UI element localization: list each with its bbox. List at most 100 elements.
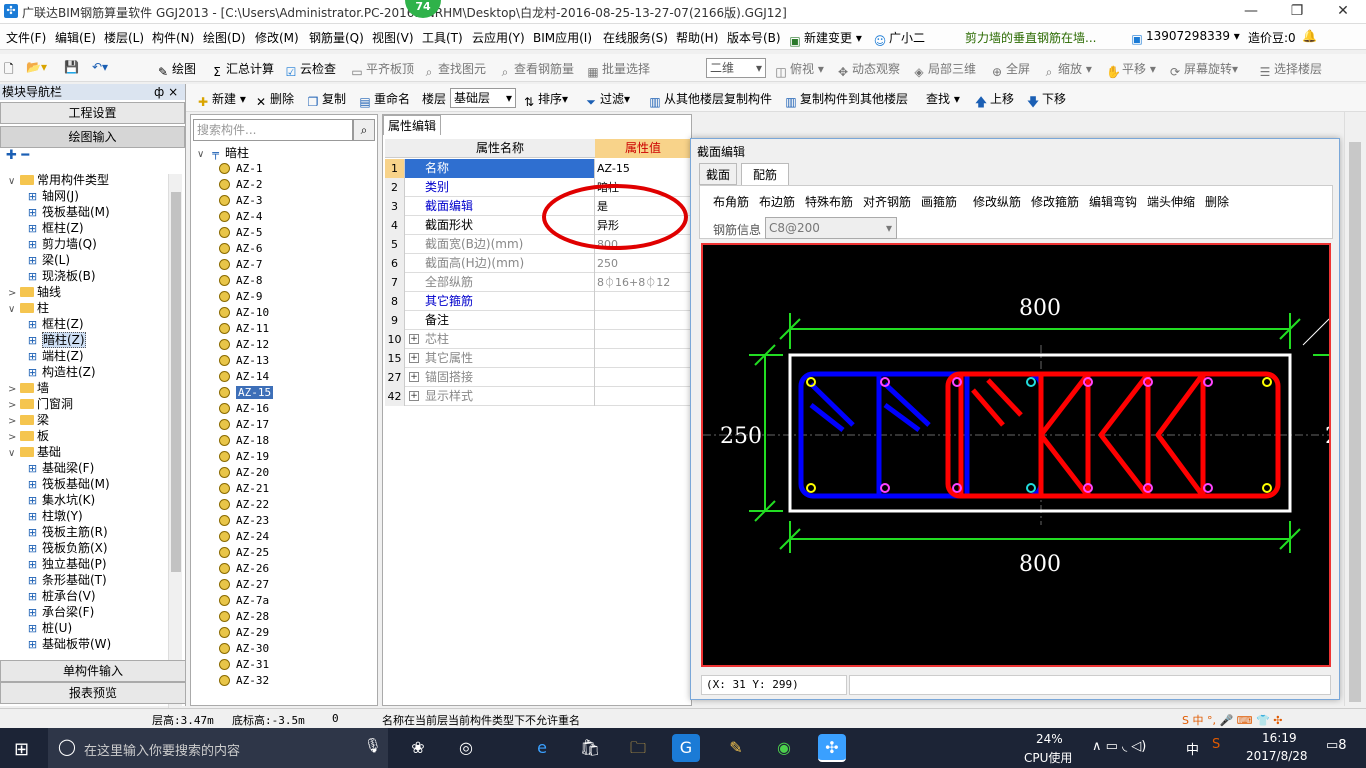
task-view-icon[interactable]: ❀ <box>404 734 432 762</box>
ime-toolbar[interactable]: S 中 °, 🎤 ⌨ 👕 ✣ <box>1182 712 1282 728</box>
rebar-tool-button[interactable]: 端头伸缩 <box>1147 193 1195 210</box>
new-file-icon[interactable]: 🗋 <box>4 60 14 81</box>
component-item[interactable]: AZ-31 <box>219 657 269 673</box>
component-item[interactable]: AZ-23 <box>219 513 269 529</box>
nav-tree-item[interactable]: ⊞ 端柱(Z) <box>26 348 84 364</box>
nav-tree-item[interactable]: ⊞ 基础梁(F) <box>26 460 94 476</box>
open-file-icon[interactable]: 📂▾ <box>26 60 47 74</box>
save-icon[interactable]: 💾 <box>64 60 79 74</box>
windows-start-icon[interactable]: ⊞ <box>14 739 29 760</box>
notification-icon[interactable]: ▭8 <box>1326 738 1347 753</box>
nav-tree-item[interactable]: ⊞ 构造柱(Z) <box>26 364 96 380</box>
zoom-button[interactable]: ⌕ 缩放 ▾ <box>1042 60 1092 79</box>
section-drawing[interactable]: 800 800 250 2 <box>703 245 1339 665</box>
explorer-icon[interactable]: 🗀 <box>624 734 652 762</box>
nav-tree-item[interactable]: ⊞ 筏板负筋(X) <box>26 540 108 556</box>
component-item[interactable]: AZ-14 <box>219 369 269 385</box>
draw-button[interactable]: ✎ 绘图 <box>156 60 196 79</box>
property-value[interactable] <box>595 349 691 368</box>
component-item[interactable]: AZ-6 <box>219 241 263 257</box>
undo-icon[interactable]: ↶▾ <box>92 60 108 74</box>
component-item[interactable]: AZ-17 <box>219 417 269 433</box>
mic-icon[interactable]: 🎙 <box>364 738 382 754</box>
rebar-tool-button[interactable]: 对齐钢筋 <box>863 193 911 210</box>
property-row[interactable]: 6 截面高(H边)(mm) 250 <box>385 254 691 273</box>
rebar-tool-button[interactable]: 布角筋 <box>713 193 749 210</box>
expand-collapse-all-icon[interactable]: ✚ ━ <box>6 148 29 163</box>
search-input[interactable]: 搜索构件... <box>193 119 353 141</box>
component-item[interactable]: AZ-28 <box>219 609 269 625</box>
nav-tree-item[interactable]: > 梁 <box>8 412 49 428</box>
nav-tree-item[interactable]: ⊞ 现浇板(B) <box>26 268 96 284</box>
component-item[interactable]: AZ-3 <box>219 193 263 209</box>
component-item[interactable]: AZ-29 <box>219 625 269 641</box>
tab-rebar[interactable]: 配筋 <box>741 163 789 185</box>
component-item[interactable]: AZ-32 <box>219 673 269 689</box>
nav-tree-item[interactable]: ⊞ 梁(L) <box>26 252 70 268</box>
user-account[interactable]: ▣ 13907298339 ▾ <box>1130 29 1240 46</box>
glodon-g-icon[interactable]: G <box>672 734 700 762</box>
local-3d-button[interactable]: ◈ 局部三维 <box>912 60 976 79</box>
property-row[interactable]: 42 + 显示样式 <box>385 387 691 406</box>
report-preview-button[interactable]: 报表预览 <box>0 682 186 704</box>
rotate-button[interactable]: ⟳ 屏幕旋转▾ <box>1168 60 1238 79</box>
property-row[interactable]: 1 名称 AZ-15 <box>385 159 691 178</box>
menu-file[interactable]: 文件(F) <box>6 29 46 46</box>
component-item[interactable]: AZ-2 <box>219 177 263 193</box>
nav-tree-item[interactable]: > 墙 <box>8 380 49 396</box>
nav-tree-item[interactable]: > 门窗洞 <box>8 396 73 412</box>
nav-tree-item[interactable]: ∨ 柱 <box>8 300 49 316</box>
property-value[interactable]: 250 <box>595 254 691 273</box>
green-app-icon[interactable]: ◉ <box>770 734 798 762</box>
menu-rebar[interactable]: 钢筋量(Q) <box>309 29 364 46</box>
property-value[interactable] <box>595 387 691 406</box>
flat-top-button[interactable]: ▭ 平齐板顶 <box>350 60 414 79</box>
property-value[interactable]: AZ-15 <box>595 159 691 178</box>
nav-tree-item[interactable]: > 轴线 <box>8 284 61 300</box>
property-row[interactable]: 15 + 其它属性 <box>385 349 691 368</box>
property-row[interactable]: 10 + 芯柱 <box>385 330 691 349</box>
new-component-button[interactable]: ✚ 新建 ▾ <box>196 90 246 109</box>
component-item[interactable]: AZ-16 <box>219 401 269 417</box>
menu-component[interactable]: 构件(N) <box>152 29 194 46</box>
property-value[interactable] <box>595 311 691 330</box>
component-item[interactable]: AZ-25 <box>219 545 269 561</box>
component-item[interactable]: AZ-18 <box>219 433 269 449</box>
component-item[interactable]: AZ-21 <box>219 481 269 497</box>
menu-tools[interactable]: 工具(T) <box>422 29 463 46</box>
menu-version[interactable]: 版本号(B) <box>727 29 781 46</box>
component-item[interactable]: AZ-24 <box>219 529 269 545</box>
expand-icon[interactable]: + <box>409 353 419 363</box>
component-item[interactable]: AZ-7 <box>219 257 263 273</box>
select-floor-button[interactable]: ☰ 选择楼层 <box>1258 60 1322 79</box>
restore-button[interactable]: ❐ <box>1274 0 1320 24</box>
tab-section[interactable]: 截面 <box>699 163 737 185</box>
taskbar-search[interactable]: ◯ 在这里输入你要搜索的内容 🎙 <box>48 728 388 768</box>
collapse-icon[interactable]: ∨ <box>8 174 20 190</box>
top-view-button[interactable]: ◫ 俯视 ▾ <box>774 60 824 79</box>
nav-tree-item[interactable]: ⊞ 基础板带(W) <box>26 636 111 652</box>
view-rebar-button[interactable]: ⌕ 查看钢筋量 <box>498 60 574 79</box>
close-button[interactable]: ✕ <box>1320 0 1366 24</box>
copy-button[interactable]: ❐ 复制 <box>306 90 346 109</box>
rebar-info-select[interactable]: C8@200 ▾ <box>765 217 897 239</box>
component-item[interactable]: AZ-9 <box>219 289 263 305</box>
collapse-icon[interactable]: ∨ <box>8 446 20 462</box>
property-value[interactable] <box>595 368 691 387</box>
rebar-tool-button[interactable]: 布边筋 <box>759 193 795 210</box>
property-value[interactable] <box>595 292 691 311</box>
sum-button[interactable]: Σ 汇总计算 <box>210 60 274 79</box>
nav-tree-item[interactable]: ⊞ 轴网(J) <box>26 188 79 204</box>
menu-view[interactable]: 视图(V) <box>372 29 414 46</box>
minimize-button[interactable]: — <box>1228 0 1274 24</box>
sogou-icon[interactable]: S <box>1212 737 1220 752</box>
menu-cloud[interactable]: 云应用(Y) <box>472 29 525 46</box>
nav-tree-item[interactable]: ⊞ 桩(U) <box>26 620 72 636</box>
menu-floor[interactable]: 楼层(L) <box>104 29 144 46</box>
ggj-app-icon[interactable]: ✣ <box>818 734 846 762</box>
rebar-tool-button[interactable]: 画箍筋 <box>921 193 957 210</box>
component-item[interactable]: AZ-10 <box>219 305 269 321</box>
component-item[interactable]: AZ-5 <box>219 225 263 241</box>
nav-tree-item[interactable]: ⊞ 集水坑(K) <box>26 492 95 508</box>
main-scrollbar[interactable] <box>1344 112 1364 706</box>
